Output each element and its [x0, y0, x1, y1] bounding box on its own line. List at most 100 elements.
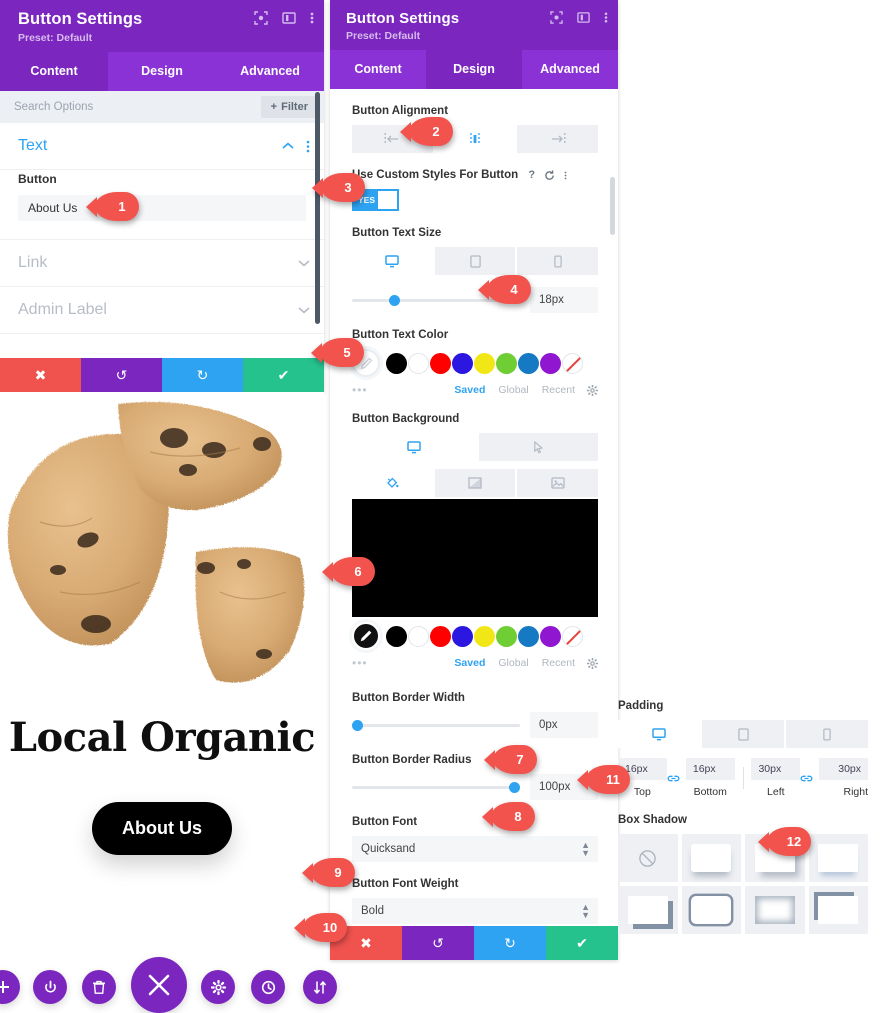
slider-handle[interactable] — [509, 781, 520, 793]
right-panel-scrollbar[interactable] — [610, 177, 615, 235]
tab-design[interactable]: Design — [426, 50, 522, 89]
swatch-green[interactable] — [496, 352, 517, 374]
swatch-black[interactable] — [386, 625, 407, 647]
box-shadow-option-none[interactable] — [618, 834, 678, 882]
panel-layout-icon[interactable] — [577, 11, 590, 24]
search-input[interactable]: Search Options — [14, 101, 261, 113]
chevron-down-icon[interactable] — [298, 306, 310, 314]
current-background-color-swatch[interactable] — [352, 622, 380, 651]
tab-content[interactable]: Content — [330, 50, 426, 89]
tab-design[interactable]: Design — [108, 52, 216, 91]
focus-target-icon[interactable] — [254, 11, 268, 25]
help-icon[interactable]: ? — [528, 169, 535, 181]
swatch-transparent[interactable] — [562, 352, 583, 374]
section-more-icon[interactable] — [306, 140, 310, 153]
undo-button[interactable]: ↺ — [402, 926, 474, 960]
border-width-value[interactable]: 0px — [530, 712, 598, 739]
swatch-settings-gear-icon[interactable] — [587, 657, 598, 669]
button-font-weight-select[interactable]: Bold ▲ ▼ — [352, 898, 598, 925]
panel-layout-icon[interactable] — [282, 11, 296, 25]
preview-about-us-button[interactable]: About Us — [92, 802, 232, 855]
redo-button[interactable]: ↻ — [474, 926, 546, 960]
power-icon[interactable] — [33, 970, 67, 1004]
box-shadow-option-inner-glow[interactable] — [745, 886, 805, 934]
section-header-link[interactable]: Link — [0, 240, 324, 287]
button-text-input[interactable]: About Us — [18, 195, 306, 221]
swatch-blue[interactable] — [518, 352, 539, 374]
swatch-blue-violet[interactable] — [452, 352, 473, 374]
more-options-icon[interactable] — [310, 11, 314, 25]
phone-icon[interactable] — [786, 720, 868, 748]
more-swatches-icon[interactable]: ••• — [352, 383, 441, 397]
more-options-icon[interactable] — [564, 170, 567, 181]
text-size-value[interactable]: 18px — [530, 287, 598, 314]
link-top-bottom-icon[interactable] — [667, 773, 686, 784]
padding-bottom-value[interactable]: 16px — [685, 758, 735, 780]
phone-icon[interactable] — [517, 247, 599, 276]
align-right-icon[interactable] — [517, 125, 599, 153]
settings-gear-icon[interactable] — [201, 970, 235, 1004]
swatch-purple[interactable] — [540, 625, 561, 647]
hover-cursor-icon[interactable] — [478, 433, 598, 462]
slider-handle[interactable] — [352, 719, 363, 731]
button-font-select[interactable]: Quicksand ▲ ▼ — [352, 836, 598, 863]
more-options-icon[interactable] — [604, 11, 608, 24]
focus-target-icon[interactable] — [550, 11, 563, 24]
padding-right-value[interactable]: 30px — [819, 758, 869, 780]
padding-left-value[interactable]: 30px — [751, 758, 801, 780]
box-shadow-option-top-left-edge[interactable] — [808, 886, 868, 934]
swatch-blue[interactable] — [518, 625, 539, 647]
gradient-icon[interactable] — [434, 469, 516, 498]
box-shadow-option-outline-all[interactable] — [681, 886, 741, 934]
right-panel-preset[interactable]: Preset: Default — [346, 30, 606, 42]
tab-content[interactable]: Content — [0, 52, 108, 91]
chevron-up-icon[interactable] — [282, 142, 294, 150]
background-color-preview[interactable] — [352, 499, 598, 618]
more-swatches-icon[interactable]: ••• — [352, 656, 441, 670]
add-module-icon[interactable] — [0, 970, 20, 1004]
slider-handle[interactable] — [388, 294, 400, 306]
border-radius-slider[interactable] — [352, 781, 520, 793]
left-panel-preset[interactable]: Preset: Default — [18, 32, 310, 44]
swatch-tab-saved[interactable]: Saved — [454, 384, 485, 396]
history-clock-icon[interactable] — [251, 970, 285, 1004]
undo-button[interactable]: ↺ — [81, 358, 162, 392]
swatch-tab-saved[interactable]: Saved — [454, 657, 485, 669]
save-button[interactable]: ✔ — [243, 358, 324, 392]
redo-button[interactable]: ↻ — [162, 358, 243, 392]
swatch-blue-violet[interactable] — [452, 625, 473, 647]
desktop-icon[interactable] — [352, 433, 477, 462]
tablet-icon[interactable] — [702, 720, 784, 748]
desktop-icon[interactable] — [618, 720, 700, 748]
swatch-green[interactable] — [496, 625, 517, 647]
sort-arrows-icon[interactable] — [303, 970, 337, 1004]
swatch-red[interactable] — [430, 625, 451, 647]
swatch-red[interactable] — [430, 352, 451, 374]
chevron-down-icon[interactable] — [298, 259, 310, 267]
close-icon[interactable] — [131, 957, 187, 1013]
swatch-tab-recent[interactable]: Recent — [542, 384, 575, 396]
swatch-transparent[interactable] — [562, 625, 583, 647]
swatch-yellow[interactable] — [474, 625, 495, 647]
swatch-white[interactable] — [408, 352, 429, 374]
border-width-slider[interactable] — [352, 719, 520, 731]
section-header-admin-label[interactable]: Admin Label — [0, 287, 324, 334]
tab-advanced[interactable]: Advanced — [216, 52, 324, 91]
swatch-tab-global[interactable]: Global — [498, 657, 528, 669]
box-shadow-option-bottom-right-edge[interactable] — [618, 886, 678, 934]
swatch-tab-global[interactable]: Global — [498, 384, 528, 396]
desktop-icon[interactable] — [352, 247, 433, 276]
swatch-purple[interactable] — [540, 352, 561, 374]
filter-button[interactable]: + Filter — [260, 96, 318, 118]
cancel-button[interactable]: ✖ — [0, 358, 81, 392]
swatch-black[interactable] — [386, 352, 407, 374]
tablet-icon[interactable] — [434, 247, 516, 276]
swatch-settings-gear-icon[interactable] — [587, 384, 598, 396]
save-button[interactable]: ✔ — [546, 926, 618, 960]
box-shadow-option-soft-bottom[interactable] — [681, 834, 741, 882]
link-left-right-icon[interactable] — [800, 773, 819, 784]
box-shadow-option-offset-right-selected[interactable] — [808, 834, 868, 882]
swatch-yellow[interactable] — [474, 352, 495, 374]
tab-advanced[interactable]: Advanced — [522, 50, 618, 89]
left-panel-scrollbar[interactable] — [315, 92, 320, 324]
